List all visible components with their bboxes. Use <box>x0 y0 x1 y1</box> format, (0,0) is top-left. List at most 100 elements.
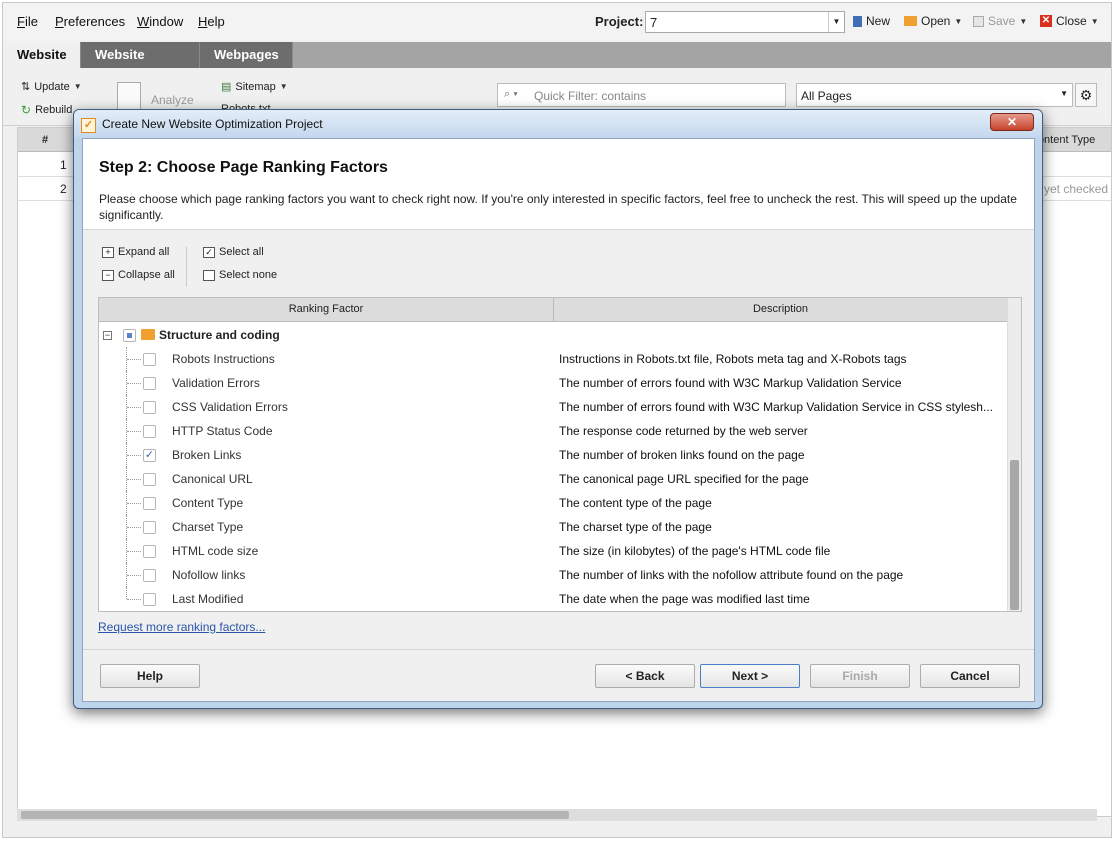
factor-row[interactable]: Content Type The content type of the page <box>99 491 1007 515</box>
factor-row[interactable]: Nofollow links The number of links with t… <box>99 563 1007 587</box>
project-select[interactable]: 7 ▼ <box>645 11 845 33</box>
factor-row[interactable]: Robots Instructions Instructions in Robot… <box>99 347 1007 371</box>
scrollbar-thumb[interactable] <box>21 811 569 819</box>
factor-checkbox[interactable] <box>143 593 156 606</box>
back-button[interactable]: < Back <box>595 664 695 688</box>
col-ranking-factor[interactable]: Ranking Factor <box>99 303 553 315</box>
col-description[interactable]: Description <box>554 303 1007 315</box>
factor-description: The number of errors found with W3C Mark… <box>559 400 993 414</box>
update-button[interactable]: ⇅ Update ▼ <box>21 80 82 94</box>
new-file-icon <box>853 15 862 27</box>
menu-file[interactable]: File <box>17 14 38 29</box>
open-button[interactable]: Open ▼ <box>904 14 962 28</box>
chevron-down-icon[interactable]: ▼ <box>1019 17 1027 26</box>
factor-row[interactable]: HTTP Status Code The response code return… <box>99 419 1007 443</box>
factor-row[interactable]: CSS Validation Errors The number of error… <box>99 395 1007 419</box>
factor-name: Broken Links <box>172 448 242 462</box>
tree-category-row[interactable]: − Structure and coding <box>99 323 1007 347</box>
menu-help[interactable]: Help <box>198 14 225 29</box>
close-icon[interactable]: ✕ <box>990 113 1034 131</box>
save-button[interactable]: Save ▼ <box>973 14 1027 28</box>
new-label: New <box>866 14 891 28</box>
factor-description: The number of links with the nofollow at… <box>559 568 904 582</box>
folder-icon <box>904 16 917 26</box>
factor-description: Instructions in Robots.txt file, Robots … <box>559 352 907 366</box>
tree-line <box>127 599 141 600</box>
quick-filter-input[interactable]: ⌕ ▾ Quick Filter: contains <box>497 83 786 107</box>
factor-name: Canonical URL <box>172 472 253 486</box>
factor-description: The size (in kilobytes) of the page's HT… <box>559 544 831 558</box>
horizontal-scrollbar[interactable] <box>17 809 1097 821</box>
update-icon: ⇅ <box>21 81 31 93</box>
factor-checkbox[interactable] <box>143 521 156 534</box>
collapse-all-label: Collapse all <box>118 269 175 281</box>
dialog-titlebar: ✓ Create New Website Optimization Projec… <box>74 110 1042 138</box>
tree-line <box>127 383 141 384</box>
gear-icon[interactable]: ⚙ <box>1075 83 1097 107</box>
chevron-down-icon[interactable]: ▼ <box>954 17 962 26</box>
page-filter-select[interactable]: All Pages ▼ <box>796 83 1073 107</box>
expand-all-button[interactable]: + Expand all <box>102 246 169 258</box>
quick-filter-placeholder: Quick Filter: contains <box>534 89 647 103</box>
help-button[interactable]: Help <box>100 664 200 688</box>
cancel-button[interactable]: Cancel <box>920 664 1020 688</box>
factor-checkbox[interactable] <box>143 377 156 390</box>
col-number[interactable]: # <box>42 134 48 146</box>
scrollbar-thumb[interactable] <box>1010 460 1019 610</box>
factor-row[interactable]: Validation Errors The number of errors fo… <box>99 371 1007 395</box>
menu-window[interactable]: Window <box>137 14 183 29</box>
collapse-all-button[interactable]: − Collapse all <box>102 269 175 281</box>
factor-description: The date when the page was modified last… <box>559 592 810 606</box>
chevron-down-icon[interactable]: ▼ <box>1091 17 1099 26</box>
chevron-down-icon[interactable]: ▼ <box>74 82 82 91</box>
ranking-factors-grid: Ranking Factor Description − Structure an… <box>98 297 1022 612</box>
request-more-factors-link[interactable]: Request more ranking factors... <box>98 620 265 634</box>
factor-row[interactable]: Canonical URL The canonical page URL spec… <box>99 467 1007 491</box>
factor-name: Nofollow links <box>172 568 246 582</box>
factor-description: The content type of the page <box>559 496 712 510</box>
factor-description: The charset type of the page <box>559 520 712 534</box>
select-all-button[interactable]: ✓ Select all <box>203 246 264 258</box>
chevron-down-icon[interactable]: ▼ <box>828 12 844 32</box>
factor-name: Last Modified <box>172 592 244 606</box>
factor-checkbox[interactable]: ✓ <box>143 449 156 462</box>
factor-checkbox[interactable] <box>143 353 156 366</box>
select-none-button[interactable]: Select none <box>203 269 277 281</box>
grid-header: Ranking Factor Description <box>99 298 1007 322</box>
factor-row[interactable]: ✓ Broken Links The number of broken links … <box>99 443 1007 467</box>
vertical-scrollbar[interactable] <box>1007 298 1021 611</box>
tab-website-report[interactable]: Website Report <box>81 42 200 88</box>
grid-rows: − Structure and coding Robots Instructions… <box>99 323 1007 611</box>
factor-checkbox[interactable] <box>143 569 156 582</box>
factor-checkbox[interactable] <box>143 425 156 438</box>
chevron-down-icon[interactable]: ▼ <box>280 82 288 91</box>
factor-row[interactable]: Charset Type The charset type of the page <box>99 515 1007 539</box>
factor-checkbox[interactable] <box>143 401 156 414</box>
close-label: Close <box>1056 14 1087 28</box>
collapse-toggle-icon[interactable]: − <box>103 331 112 340</box>
sitemap-button[interactable]: ▤ Sitemap ▼ <box>221 80 288 94</box>
tree-line <box>127 575 141 576</box>
factor-row[interactable]: HTML code size The size (in kilobytes) of… <box>99 539 1007 563</box>
category-checkbox[interactable] <box>123 329 136 342</box>
finish-button[interactable]: Finish <box>810 664 910 688</box>
factor-name: Charset Type <box>172 520 244 534</box>
analyze-icon <box>117 82 141 112</box>
tab-webpages[interactable]: Webpages <box>200 42 293 68</box>
analyze-button[interactable]: Analyze <box>151 93 194 107</box>
new-button[interactable]: New <box>853 14 890 28</box>
factor-name: HTTP Status Code <box>172 424 273 438</box>
tab-website[interactable]: Website <box>3 42 81 68</box>
factor-description: The canonical page URL specified for the… <box>559 472 809 486</box>
factor-checkbox[interactable] <box>143 473 156 486</box>
factor-checkbox[interactable] <box>143 545 156 558</box>
rebuild-button[interactable]: ↻ Rebuild <box>21 103 72 117</box>
factor-row[interactable]: Last Modified The date when the page was … <box>99 587 1007 611</box>
chevron-down-icon[interactable]: ▼ <box>1060 89 1068 98</box>
expand-icon: + <box>102 246 114 258</box>
close-button[interactable]: ✕ Close ▼ <box>1040 14 1099 28</box>
refresh-icon: ↻ <box>21 103 32 117</box>
next-button[interactable]: Next > <box>700 664 800 688</box>
menu-preferences[interactable]: Preferences <box>55 14 125 29</box>
factor-checkbox[interactable] <box>143 497 156 510</box>
